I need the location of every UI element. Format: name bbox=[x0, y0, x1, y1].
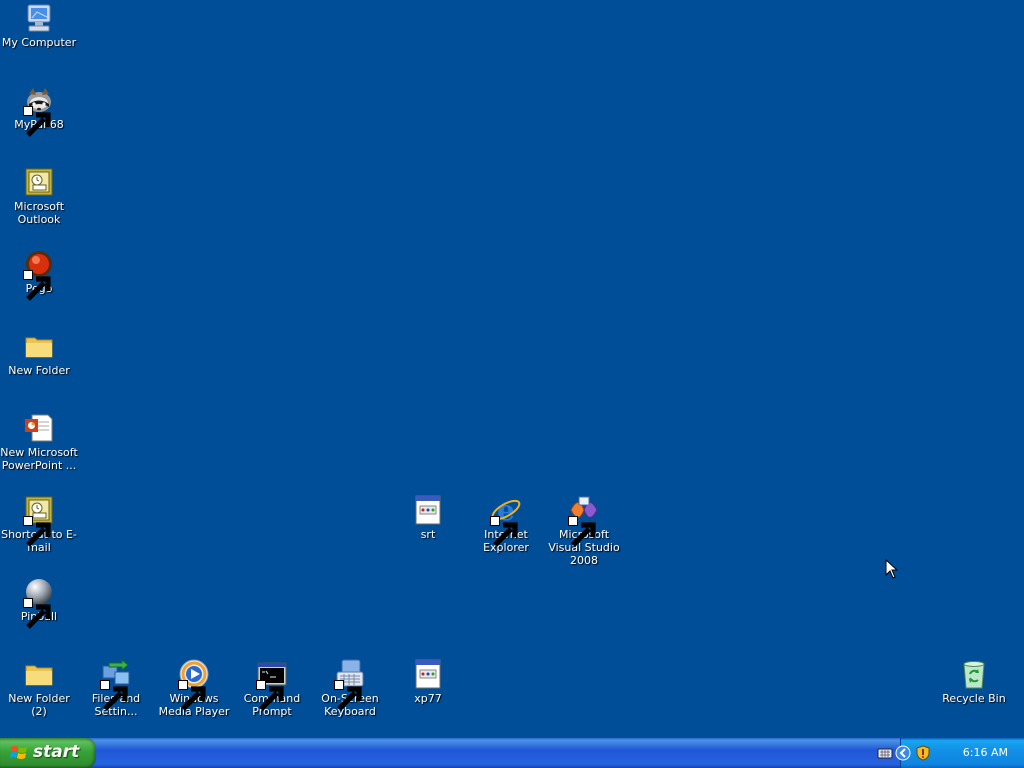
icon-label: srt bbox=[420, 528, 436, 541]
start-button[interactable]: start bbox=[0, 738, 96, 768]
desktop-icon-new-folder[interactable]: New Folder bbox=[0, 330, 78, 377]
system-tray: 6:16 AM bbox=[877, 738, 1024, 768]
files-settings-icon bbox=[100, 658, 132, 711]
shortcut-arrow-icon bbox=[100, 680, 128, 711]
mypal-icon bbox=[23, 84, 55, 137]
clock[interactable]: 6:16 AM bbox=[963, 746, 1008, 759]
folder-icon bbox=[23, 658, 55, 690]
mouse-cursor-icon bbox=[885, 559, 898, 579]
desktop-icon-recycle-bin[interactable]: Recycle Bin bbox=[935, 658, 1013, 705]
folder-icon bbox=[23, 330, 55, 362]
recycle-bin-icon bbox=[958, 658, 990, 690]
desktop-icon-pinball[interactable]: Pinball bbox=[0, 576, 78, 629]
desktop-icon-mypal[interactable]: MyPal 68 bbox=[0, 84, 78, 137]
keyboard-icon[interactable] bbox=[877, 745, 893, 761]
icon-label: New Microsoft PowerPoint ... bbox=[0, 446, 78, 472]
visual-studio-icon bbox=[568, 494, 600, 547]
program-file-icon bbox=[412, 658, 444, 690]
icon-label: Microsoft Outlook bbox=[13, 200, 65, 226]
icon-label: Recycle Bin bbox=[942, 692, 1006, 705]
desktop[interactable]: My Computer MyPal 68 Microsoft Outlook P… bbox=[0, 0, 1024, 738]
program-file-icon bbox=[412, 494, 444, 526]
shortcut-arrow-icon bbox=[178, 680, 206, 711]
ie-icon: e bbox=[490, 494, 522, 547]
powerpoint-icon bbox=[23, 412, 55, 444]
show-hidden-icon[interactable] bbox=[895, 745, 911, 761]
command-prompt-icon bbox=[256, 658, 288, 711]
desktop-icon-my-computer[interactable]: My Computer bbox=[0, 2, 78, 49]
media-player-icon bbox=[178, 658, 210, 711]
security-shield-icon[interactable] bbox=[915, 745, 931, 761]
desktop-icon-xp77[interactable]: xp77 bbox=[389, 658, 467, 705]
osk-icon bbox=[334, 658, 366, 711]
start-label: start bbox=[33, 742, 80, 762]
icon-label: xp77 bbox=[414, 692, 442, 705]
shortcut-arrow-icon bbox=[256, 680, 284, 711]
desktop-icon-on-screen-keyboard[interactable]: On-Screen Keyboard bbox=[311, 658, 389, 718]
taskbar: start 6:16 AM bbox=[0, 738, 1024, 768]
shortcut-arrow-icon bbox=[23, 598, 51, 629]
desktop-icon-command-prompt[interactable]: Command Prompt bbox=[233, 658, 311, 718]
desktop-icon-shortcut-to-email[interactable]: Shortcut to E-mail bbox=[0, 494, 78, 554]
desktop-icon-internet-explorer[interactable]: e Internet Explorer bbox=[467, 494, 545, 554]
desktop-icon-powerpoint[interactable]: New Microsoft PowerPoint ... bbox=[0, 412, 78, 472]
shortcut-arrow-icon bbox=[490, 516, 518, 547]
desktop-icon-files-and-settings[interactable]: Files and Settin... bbox=[77, 658, 155, 718]
pego-icon bbox=[23, 248, 55, 301]
pinball-icon bbox=[23, 576, 55, 629]
icon-label: New Folder bbox=[8, 364, 70, 377]
shortcut-arrow-icon bbox=[568, 516, 596, 547]
desktop-icon-pego[interactable]: Pego bbox=[0, 248, 78, 301]
shortcut-arrow-icon bbox=[334, 680, 362, 711]
desktop-icon-windows-media-player[interactable]: Windows Media Player bbox=[155, 658, 233, 718]
desktop-icon-srt[interactable]: srt bbox=[389, 494, 467, 541]
windows-logo-icon bbox=[10, 746, 27, 759]
desktop-icon-visual-studio-2008[interactable]: Microsoft Visual Studio 2008 bbox=[545, 494, 623, 567]
outlook-icon bbox=[23, 494, 55, 547]
shortcut-arrow-icon bbox=[23, 270, 51, 301]
shortcut-arrow-icon bbox=[23, 516, 51, 547]
desktop-icon-new-folder-2[interactable]: New Folder (2) bbox=[0, 658, 78, 718]
my-computer-icon bbox=[23, 2, 55, 34]
shortcut-arrow-icon bbox=[23, 106, 51, 137]
icon-label: My Computer bbox=[1, 36, 77, 49]
icon-label: New Folder (2) bbox=[8, 692, 70, 718]
desktop-icon-outlook[interactable]: Microsoft Outlook bbox=[0, 166, 78, 226]
outlook-icon bbox=[23, 166, 55, 198]
